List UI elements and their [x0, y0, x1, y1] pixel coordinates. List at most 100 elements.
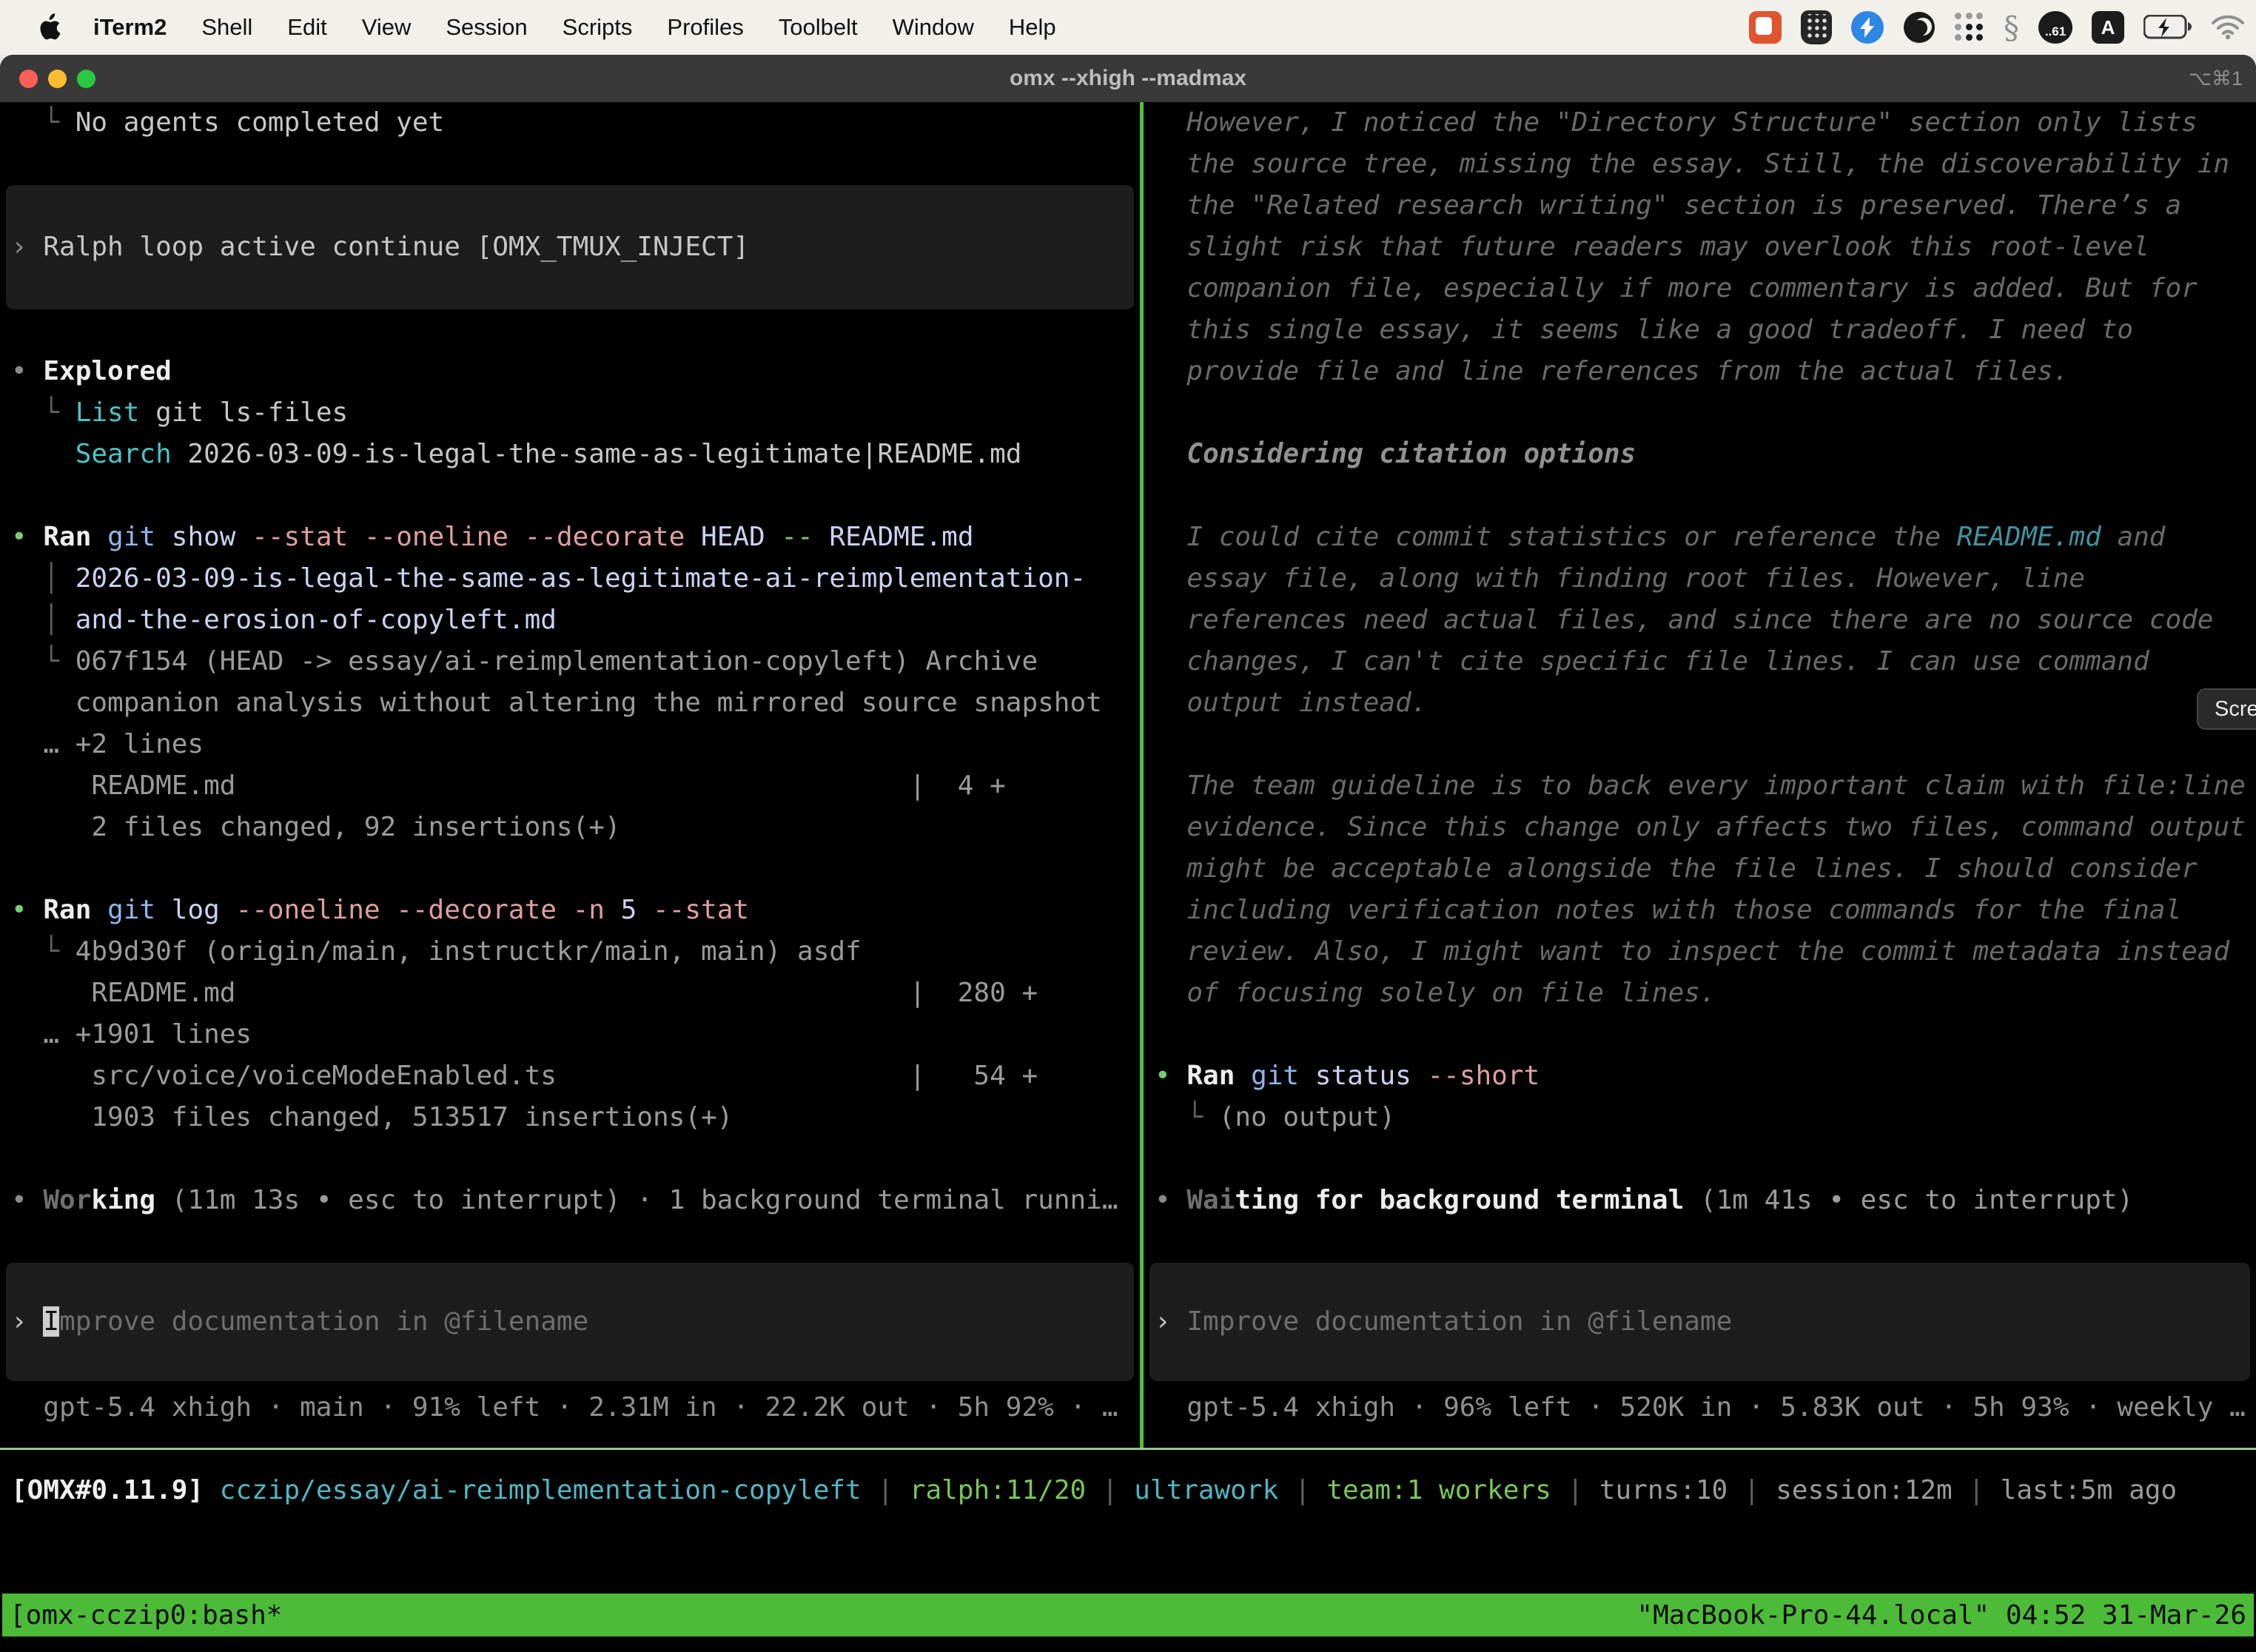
menu-toolbelt[interactable]: Toolbelt	[779, 14, 858, 41]
terminal-row: this single essay, it seems like a good …	[1155, 309, 2256, 351]
window-title: omx --xhigh --madmax	[0, 66, 2256, 91]
iterm-window: omx --xhigh --madmax ⌥⌘1 └ No agents com…	[0, 55, 2256, 1652]
menu-iterm2[interactable]: iTerm2	[93, 14, 167, 41]
terminal-row: provide file and line references from th…	[1155, 351, 2256, 392]
menubar-status-icons: § ..61 A	[1749, 10, 2244, 46]
terminal-row: src/voice/voiceModeEnabled.ts | 54 +	[11, 1055, 1140, 1097]
tmux-host-clock: "MacBook-Pro-44.local" 04:52 31-Mar-26	[1636, 1600, 2246, 1631]
window-titlebar: omx --xhigh --madmax ⌥⌘1	[0, 55, 2256, 102]
terminal-row: • Ran git log --oneline --decorate -n 5 …	[11, 890, 1140, 931]
left-pane[interactable]: └ No agents completed yet • Explored └ L…	[0, 102, 1140, 1448]
crescent-app-icon[interactable]	[1903, 11, 1936, 44]
menu-shell[interactable]: Shell	[201, 14, 252, 41]
terminal-row: › Improve documentation in @filename	[1155, 1301, 1732, 1343]
terminal-row	[1155, 1138, 2256, 1180]
terminal-row: Search 2026-03-09-is-legal-the-same-as-l…	[11, 434, 1140, 475]
terminal-row: might be acceptable alongside the file l…	[1155, 848, 2256, 890]
terminal-row: › Ralph loop active continue [OMX_TMUX_I…	[11, 226, 749, 268]
terminal-row: However, I noticed the "Directory Struct…	[1155, 102, 2256, 144]
terminal-row: └ (no output)	[1155, 1097, 2256, 1138]
screen-share-button[interactable]: Scre	[2197, 688, 2256, 730]
terminal-row: • Working (11m 13s • esc to interrupt) ·…	[11, 1180, 1140, 1221]
terminal-row: └ No agents completed yet	[11, 102, 1140, 144]
terminal-row	[11, 1138, 1140, 1180]
percent-badge-icon[interactable]: ..61	[2038, 11, 2072, 44]
input-source-icon[interactable]: A	[2092, 11, 2124, 44]
terminal-row	[11, 144, 1140, 185]
apple-menu-icon[interactable]	[37, 13, 61, 41]
terminal-row: • Ran git show --stat --oneline --decora…	[11, 517, 1140, 558]
menu-edit[interactable]: Edit	[287, 14, 326, 41]
terminal-row	[1155, 1014, 2256, 1055]
right-pane[interactable]: However, I noticed the "Directory Struct…	[1144, 102, 2256, 1448]
battery-icon[interactable]	[2143, 15, 2192, 40]
terminal-row: • Waiting for background terminal (1m 41…	[1155, 1180, 2256, 1221]
right-prompt-input[interactable]: › Improve documentation in @filename	[1149, 1263, 2250, 1381]
left-prompt-content: › Improve documentation in @filename	[11, 1301, 588, 1343]
terminal-row	[11, 848, 1140, 890]
terminal-row: README.md | 280 +	[11, 973, 1140, 1014]
terminal-row: the source tree, missing the essay. Stil…	[1155, 144, 2256, 185]
terminal-row: output instead.	[1155, 682, 2256, 724]
terminal-row: └ List git ls-files	[11, 392, 1140, 434]
menu-profiles[interactable]: Profiles	[667, 14, 743, 41]
keyboard-icon[interactable]	[1801, 10, 1832, 44]
terminal-row: [OMX#0.11.9] cczip/essay/ai-reimplementa…	[11, 1470, 2256, 1511]
left-status-line: gpt-5.4 xhigh · main · 91% left · 2.31M …	[11, 1387, 1118, 1428]
terminal-row: … +1901 lines	[11, 1014, 1140, 1055]
hook-icon[interactable]: §	[2004, 10, 2019, 46]
terminal-row: 2 files changed, 92 insertions(+)	[11, 807, 1140, 848]
messenger-icon[interactable]	[1851, 11, 1884, 44]
terminal-row	[11, 475, 1140, 517]
terminal-row: • Ran git status --short	[1155, 1055, 2256, 1097]
terminal-row: slight risk that future readers may over…	[1155, 226, 2256, 268]
terminal-row: references need actual files, and since …	[1155, 600, 2256, 641]
terminal-row: … +2 lines	[11, 724, 1140, 765]
ralph-loop-banner: › Ralph loop active continue [OMX_TMUX_I…	[6, 185, 1134, 309]
terminal-row	[1155, 724, 2256, 765]
terminal-row: README.md | 4 +	[11, 765, 1140, 807]
terminal-row: Considering citation options	[1155, 434, 2256, 475]
terminal-row: including verification notes with those …	[1155, 890, 2256, 931]
terminal-row: └ 4b9d30f (origin/main, instructkr/main,…	[11, 931, 1140, 973]
window-shortcut-badge: ⌥⌘1	[2189, 67, 2243, 90]
terminal-row: The team guideline is to back every impo…	[1155, 765, 2256, 807]
pane-bottom-border	[0, 1448, 2256, 1450]
terminal-row: essay file, along with finding root file…	[1155, 558, 2256, 600]
terminal-row: gpt-5.4 xhigh · 96% left · 520K in · 5.8…	[1155, 1387, 2246, 1428]
wifi-icon[interactable]	[2212, 15, 2244, 40]
terminal-row: gpt-5.4 xhigh · main · 91% left · 2.31M …	[11, 1387, 1118, 1428]
terminal-row: the "Related research writing" section i…	[1155, 185, 2256, 226]
left-prompt-input[interactable]: › Improve documentation in @filename	[6, 1263, 1134, 1381]
terminal-row: └ 067f154 (HEAD -> essay/ai-reimplementa…	[11, 641, 1140, 682]
menu-view[interactable]: View	[362, 14, 412, 41]
terminal-row: changes, I can't cite specific file line…	[1155, 641, 2256, 682]
terminal-row: companion analysis without altering the …	[11, 682, 1140, 724]
terminal-row: evidence. Since this change only affects…	[1155, 807, 2256, 848]
dots-grid-icon[interactable]	[1955, 13, 1984, 42]
terminal-row: review. Also, I might want to inspect th…	[1155, 931, 2256, 973]
menu-session[interactable]: Session	[446, 14, 527, 41]
terminal-row: I could cite commit statistics or refere…	[1155, 517, 2256, 558]
terminal-row: │ 2026-03-09-is-legal-the-same-as-legiti…	[11, 558, 1140, 600]
terminal-row	[11, 309, 1140, 351]
right-status-line: gpt-5.4 xhigh · 96% left · 520K in · 5.8…	[1155, 1387, 2246, 1428]
ralph-loop-text: › Ralph loop active continue [OMX_TMUX_I…	[11, 226, 749, 268]
terminal-row: companion file, especially if more comme…	[1155, 268, 2256, 309]
menu-help[interactable]: Help	[1009, 14, 1056, 41]
menu-items: iTerm2 Shell Edit View Session Scripts P…	[93, 14, 1056, 41]
screenshot-root: { "menubar": { "items": ["iTerm2", "Shel…	[0, 0, 2256, 1652]
tmux-status-bar: [omx-cczip0:bash* "MacBook-Pro-44.local"…	[2, 1594, 2254, 1636]
terminal-row: of focusing solely on file lines.	[1155, 973, 2256, 1014]
right-pane-output: However, I noticed the "Directory Struct…	[1155, 102, 2256, 1221]
terminal-row	[1155, 392, 2256, 434]
macos-menubar: iTerm2 Shell Edit View Session Scripts P…	[0, 0, 2256, 55]
screen-record-icon[interactable]	[1749, 11, 1782, 44]
menu-window[interactable]: Window	[893, 14, 974, 41]
right-prompt-content: › Improve documentation in @filename	[1155, 1301, 1732, 1343]
terminal-row	[1155, 475, 2256, 517]
menu-scripts[interactable]: Scripts	[563, 14, 633, 41]
tmux-window-label[interactable]: [omx-cczip0:bash*	[10, 1600, 282, 1631]
terminal-row: › Improve documentation in @filename	[11, 1301, 588, 1343]
terminal-area: └ No agents completed yet • Explored └ L…	[0, 102, 2256, 1652]
